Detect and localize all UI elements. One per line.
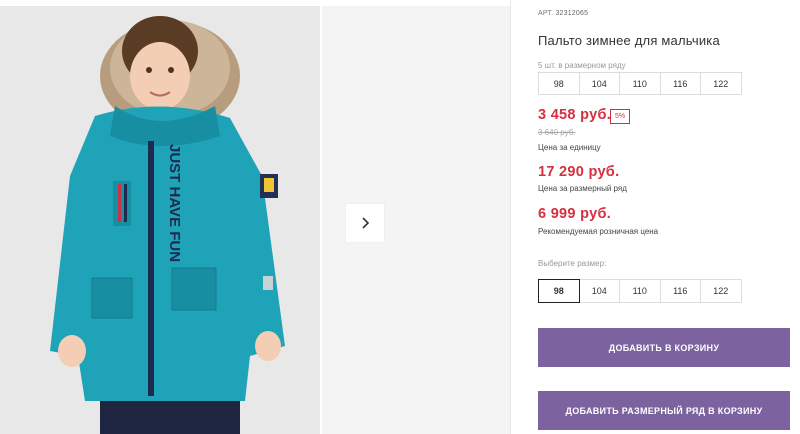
pack-size-cell: 116 bbox=[659, 72, 701, 95]
pack-size-cell: 98 bbox=[538, 72, 580, 95]
pack-size-cell: 110 bbox=[619, 72, 661, 95]
product-photo-illustration: JUST HAVE FUN bbox=[0, 6, 320, 434]
product-title: Пальто зимнее для мальчика bbox=[538, 33, 720, 48]
chevron-right-icon bbox=[362, 217, 370, 229]
size-option[interactable]: 104 bbox=[578, 279, 620, 303]
add-to-cart-button[interactable]: ДОБАВИТЬ В КОРЗИНУ bbox=[538, 328, 790, 367]
size-option[interactable]: 110 bbox=[619, 279, 661, 303]
article-value: 32312065 bbox=[555, 10, 589, 17]
size-option-selected[interactable]: 98 bbox=[538, 279, 580, 303]
pack-price: 17 290 руб. bbox=[538, 164, 620, 180]
retail-price-note: Рекомендуемая розничная цена bbox=[538, 227, 659, 236]
pack-size-cell: 104 bbox=[578, 72, 620, 95]
gallery-next-button[interactable] bbox=[345, 203, 385, 243]
pack-price-note: Цена за размерный ряд bbox=[538, 184, 627, 193]
product-photo-main[interactable]: JUST HAVE FUN bbox=[0, 6, 320, 434]
choose-size-label: Выберите размер: bbox=[538, 259, 607, 268]
article-label: АРТ. bbox=[538, 10, 554, 17]
jacket-print-text: JUST HAVE FUN bbox=[166, 144, 183, 262]
size-option[interactable]: 122 bbox=[700, 279, 742, 303]
size-selector: 98 104 110 116 122 bbox=[538, 279, 742, 303]
old-price: 3 640 руб. bbox=[538, 128, 576, 137]
discount-badge: 5% bbox=[610, 109, 631, 124]
pack-size-cell: 122 bbox=[700, 72, 742, 95]
pack-sizes-list: 98 104 110 116 122 bbox=[538, 72, 742, 95]
unit-price: 3 458 руб. bbox=[538, 107, 612, 123]
add-pack-to-cart-button[interactable]: ДОБАВИТЬ РАЗМЕРНЫЙ РЯД В КОРЗИНУ bbox=[538, 391, 790, 430]
article-number: АРТ. 32312065 bbox=[538, 10, 588, 17]
unit-price-note: Цена за единицу bbox=[538, 143, 601, 152]
pack-sizes-label: 5 шт. в размерном ряду bbox=[538, 61, 626, 70]
size-option[interactable]: 116 bbox=[659, 279, 701, 303]
product-gallery: JUST HAVE FUN bbox=[0, 6, 510, 434]
retail-price: 6 999 руб. bbox=[538, 206, 612, 222]
vertical-divider bbox=[510, 0, 511, 434]
